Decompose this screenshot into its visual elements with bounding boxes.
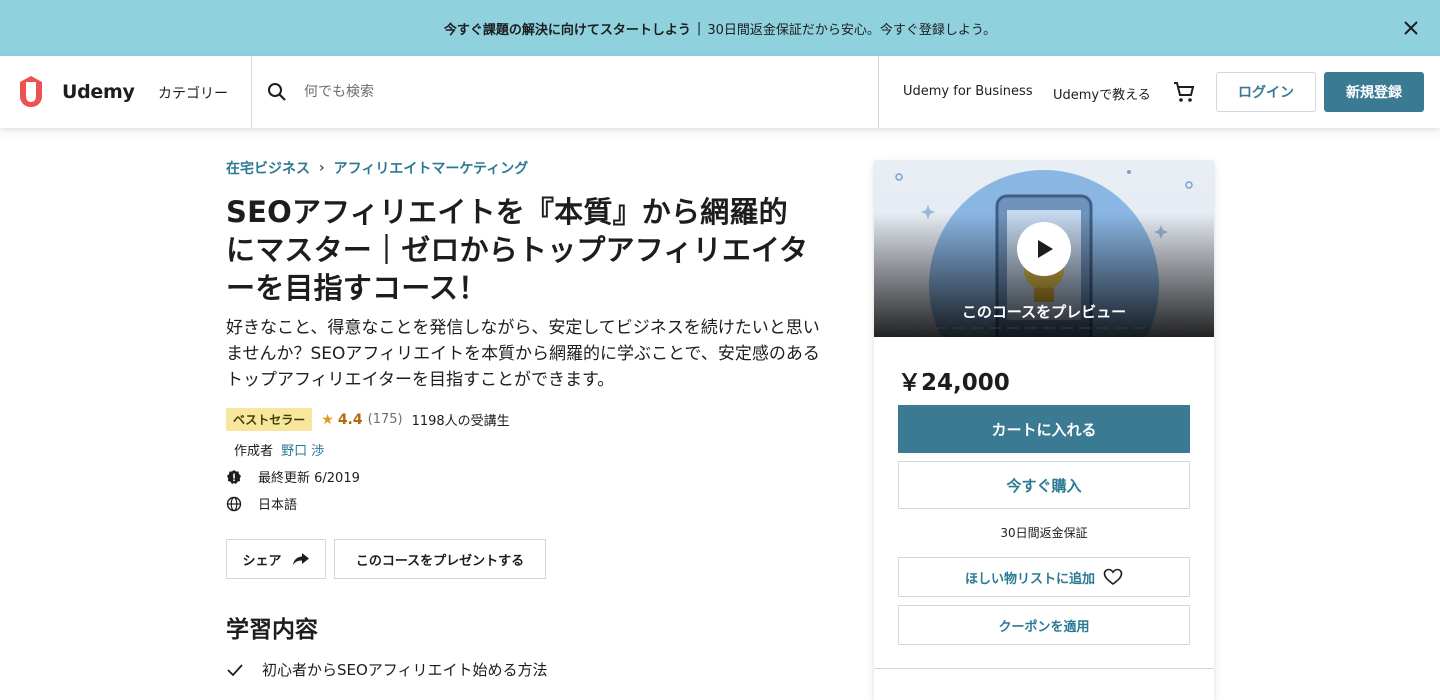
search-icon[interactable] bbox=[266, 81, 288, 103]
apply-coupon-button[interactable]: クーポンを適用 bbox=[898, 605, 1190, 645]
add-to-cart-button[interactable]: カートに入れる bbox=[898, 405, 1190, 453]
check-icon bbox=[227, 663, 243, 676]
author-label: 作成者 bbox=[234, 444, 274, 459]
preview-label: このコースをプレビュー bbox=[961, 303, 1127, 321]
logo-text: Udemy bbox=[62, 81, 135, 103]
purchase-card: このコースをプレビュー ￥24,000 カートに入れる 今すぐ購入 30日間返金… bbox=[874, 160, 1214, 700]
search-input[interactable] bbox=[252, 56, 878, 128]
learn-item-text: 初心者からSEOアフィリエイト始める方法 bbox=[262, 661, 548, 679]
author-row: 作成者 野口 渉 bbox=[234, 440, 324, 459]
alert-badge-icon bbox=[227, 469, 241, 484]
share-label: シェア bbox=[242, 553, 282, 569]
student-count: 1198人の受講生 bbox=[411, 414, 510, 429]
language-row: 日本語 bbox=[226, 494, 297, 513]
udemy-business-link[interactable]: Udemy for Business bbox=[903, 84, 1033, 99]
course-language: 日本語 bbox=[258, 498, 298, 513]
udemy-logo[interactable]: Udemy bbox=[16, 76, 135, 108]
course-title: SEOアフィリエイトを『本質』から網羅的にマスター｜ゼロからトップアフィリエイタ… bbox=[226, 195, 809, 305]
share-button[interactable]: シェア bbox=[226, 539, 326, 579]
search-bar bbox=[251, 56, 879, 128]
close-icon[interactable] bbox=[1400, 17, 1422, 39]
teach-link[interactable]: Udemyで教える bbox=[1053, 84, 1151, 103]
learn-section-title: 学習内容 bbox=[226, 617, 318, 643]
cart-icon[interactable] bbox=[1172, 80, 1196, 104]
star-icon: ★ bbox=[321, 411, 334, 428]
play-icon[interactable] bbox=[1017, 222, 1071, 276]
site-header: Udemy カテゴリー Udemy for Business Udemyで教える… bbox=[0, 56, 1440, 128]
wishlist-label: ほしい物リストに追加 bbox=[964, 571, 1095, 587]
course-price: ￥24,000 bbox=[898, 370, 1010, 396]
chevron-right-icon: › bbox=[319, 160, 325, 176]
breadcrumb: 在宅ビジネス › アフィリエイトマーケティング bbox=[226, 158, 528, 178]
share-arrow-icon bbox=[292, 553, 309, 565]
promo-banner: 今すぐ課題の解決に向けてスタートしよう | 30日間返金保証だから安心。今すぐ登… bbox=[0, 0, 1440, 56]
add-to-wishlist-button[interactable]: ほしい物リストに追加 bbox=[898, 557, 1190, 597]
rating-value: 4.4 bbox=[337, 411, 363, 428]
udemy-logo-icon bbox=[20, 76, 42, 107]
sidebar-divider bbox=[874, 668, 1214, 669]
signup-button[interactable]: 新規登録 bbox=[1324, 72, 1424, 112]
login-button[interactable]: ログイン bbox=[1216, 72, 1316, 112]
heart-icon bbox=[1103, 568, 1123, 586]
banner-headline: 今すぐ課題の解決に向けてスタートしよう bbox=[443, 22, 691, 38]
banner-text: 30日間返金保証だから安心。今すぐ登録しよう。 bbox=[707, 22, 997, 38]
learn-item: 初心者からSEOアフィリエイト始める方法 bbox=[226, 659, 548, 680]
breadcrumb-item-home-business[interactable]: 在宅ビジネス bbox=[226, 158, 310, 178]
buy-now-button[interactable]: 今すぐ購入 bbox=[898, 461, 1190, 509]
gift-course-button[interactable]: このコースをプレゼントする bbox=[334, 539, 546, 579]
last-updated: 最終更新 6/2019 bbox=[258, 471, 360, 486]
globe-icon bbox=[226, 496, 242, 511]
last-updated-row: 最終更新 6/2019 bbox=[226, 467, 360, 486]
money-back-guarantee: 30日間返金保証 bbox=[1000, 526, 1088, 540]
course-preview[interactable]: このコースをプレビュー bbox=[874, 160, 1214, 337]
rating-count[interactable]: (175) bbox=[368, 412, 403, 427]
breadcrumb-item-affiliate-marketing[interactable]: アフィリエイトマーケティング bbox=[334, 158, 529, 178]
banner-separator: | bbox=[696, 20, 702, 36]
categories-menu[interactable]: カテゴリー bbox=[158, 83, 228, 103]
rating-row: ベストセラー ★ 4.4 (175) 1198人の受講生 bbox=[226, 408, 510, 431]
bestseller-badge: ベストセラー bbox=[226, 408, 313, 431]
author-link[interactable]: 野口 渉 bbox=[281, 444, 324, 459]
course-subtitle: 好きなこと、得意なことを発信しながら、安定してビジネスを続けたいと思いませんか？… bbox=[226, 318, 820, 390]
